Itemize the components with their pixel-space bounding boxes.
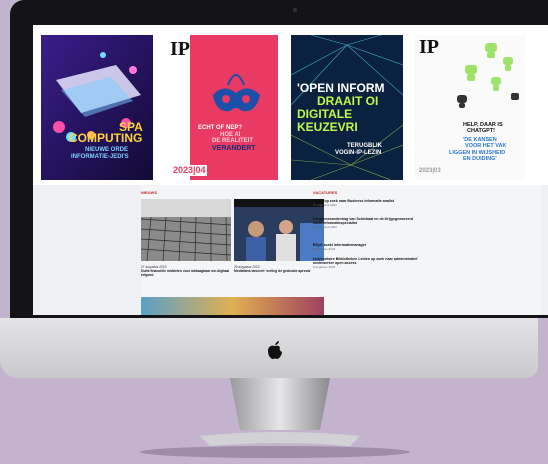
cover-4-line-6: EN DUIDING' xyxy=(463,156,497,162)
cover-2-line-4: VERANDERT xyxy=(212,145,256,152)
cover-3-sub: TERUGBLIK xyxy=(347,143,382,149)
cover-4-issue: 2023|03 xyxy=(419,168,441,174)
news-image-2[interactable] xyxy=(234,199,324,261)
cover-3-line-3: DIGITALE xyxy=(297,107,353,121)
cover-2-line-3: DE REALITEIT xyxy=(212,138,254,144)
news-item-1-title: Duits financiële middelen voor uitdaagba… xyxy=(141,269,230,277)
news-image-1[interactable] xyxy=(141,199,231,261)
vacancy-4-title: Universitaire Bibliotheken Leiden op zoe… xyxy=(313,257,418,266)
cover-4-line-2: CHATGPT! xyxy=(467,128,496,134)
cover-3-line-1: 'OPEN INFORM xyxy=(297,81,385,95)
vacancy-3[interactable]: BZyG zoekt informatiemanager 8 augustus … xyxy=(313,243,423,251)
magazine-banner: SPA COMPUTING NIEUWE ORDE INFORMATIE-JED… xyxy=(33,25,548,185)
camera xyxy=(293,8,297,12)
cover-1-line-4: INFORMATIE-JEDI'S xyxy=(71,154,129,160)
vacancy-1-date: 27 augustus 2023 xyxy=(313,203,337,208)
vacancies-heading: VACATURES xyxy=(313,190,338,195)
stand-shadow xyxy=(140,446,410,458)
cover-1-line-2: COMPUTING xyxy=(69,131,143,145)
news-item-2-title: Mediafans lanceert 'verlieg de gedrukte … xyxy=(234,269,311,273)
fence-photo xyxy=(141,199,231,261)
mask-icon xyxy=(213,74,260,112)
news-heading: NIEUWS xyxy=(141,190,157,195)
screen: SPA COMPUTING NIEUWE ORDE INFORMATIE-JED… xyxy=(33,25,548,315)
cover-2-line-1: ECHT OF NEP? xyxy=(198,125,243,131)
vacancy-2-title: Hooghmeoordenhog van Schiebaal en de Kri… xyxy=(313,217,414,226)
imac-stand xyxy=(200,378,360,446)
vacancy-4-date: 8 augustus 2023 xyxy=(313,265,336,270)
news-section: NIEUWS VACATURES 27 augustus 2023 Duits … xyxy=(141,185,541,315)
cover-3-sub2: VOGIN-IP-LEZIN xyxy=(335,150,382,156)
vacancy-4[interactable]: Universitaire Bibliotheken Leiden op zoe… xyxy=(313,257,423,269)
cover-1-line-3: NIEUWE ORDE xyxy=(85,147,129,153)
magazine-cover-4[interactable]: IP HELP, DAAR IS CHATGPT! 'DE KANSEN VOO… xyxy=(415,35,525,180)
news-item-2[interactable]: 26 augustus 2023 Mediafans lanceert 'ver… xyxy=(234,265,324,273)
vacancy-2[interactable]: Hooghmeoordenhog van Schiebaal en de Kri… xyxy=(313,217,423,229)
people-photo xyxy=(234,199,324,261)
vacancy-1[interactable]: NCRB op zoek naar Business informatie an… xyxy=(313,199,423,207)
cover-3-line-4: KEUZEVRI xyxy=(297,120,358,134)
magazine-cover-1[interactable]: SPA COMPUTING NIEUWE ORDE INFORMATIE-JED… xyxy=(41,35,153,180)
magazine-cover-3[interactable]: 'OPEN INFORM DRAAIT OI DIGITALE KEUZEVRI… xyxy=(291,35,403,180)
news-item-1[interactable]: 27 augustus 2023 Duits financiële middel… xyxy=(141,265,231,277)
magazine-cover-2[interactable]: IP ECHT OF NEP? HOE AI DE REALITEIT VERA… xyxy=(168,35,278,180)
cover-3-line-2: DRAAIT OI xyxy=(317,94,379,108)
vacancy-3-date: 8 augustus 2023 xyxy=(313,247,336,252)
cover-2-issue: 2023|04 xyxy=(172,165,207,176)
cover-4-line-4: VOOR HET VAK xyxy=(465,143,507,149)
apple-logo-icon xyxy=(268,341,282,359)
vacancy-2-date: 27 augustus 2023 xyxy=(313,225,337,230)
news-image-row xyxy=(141,297,324,315)
